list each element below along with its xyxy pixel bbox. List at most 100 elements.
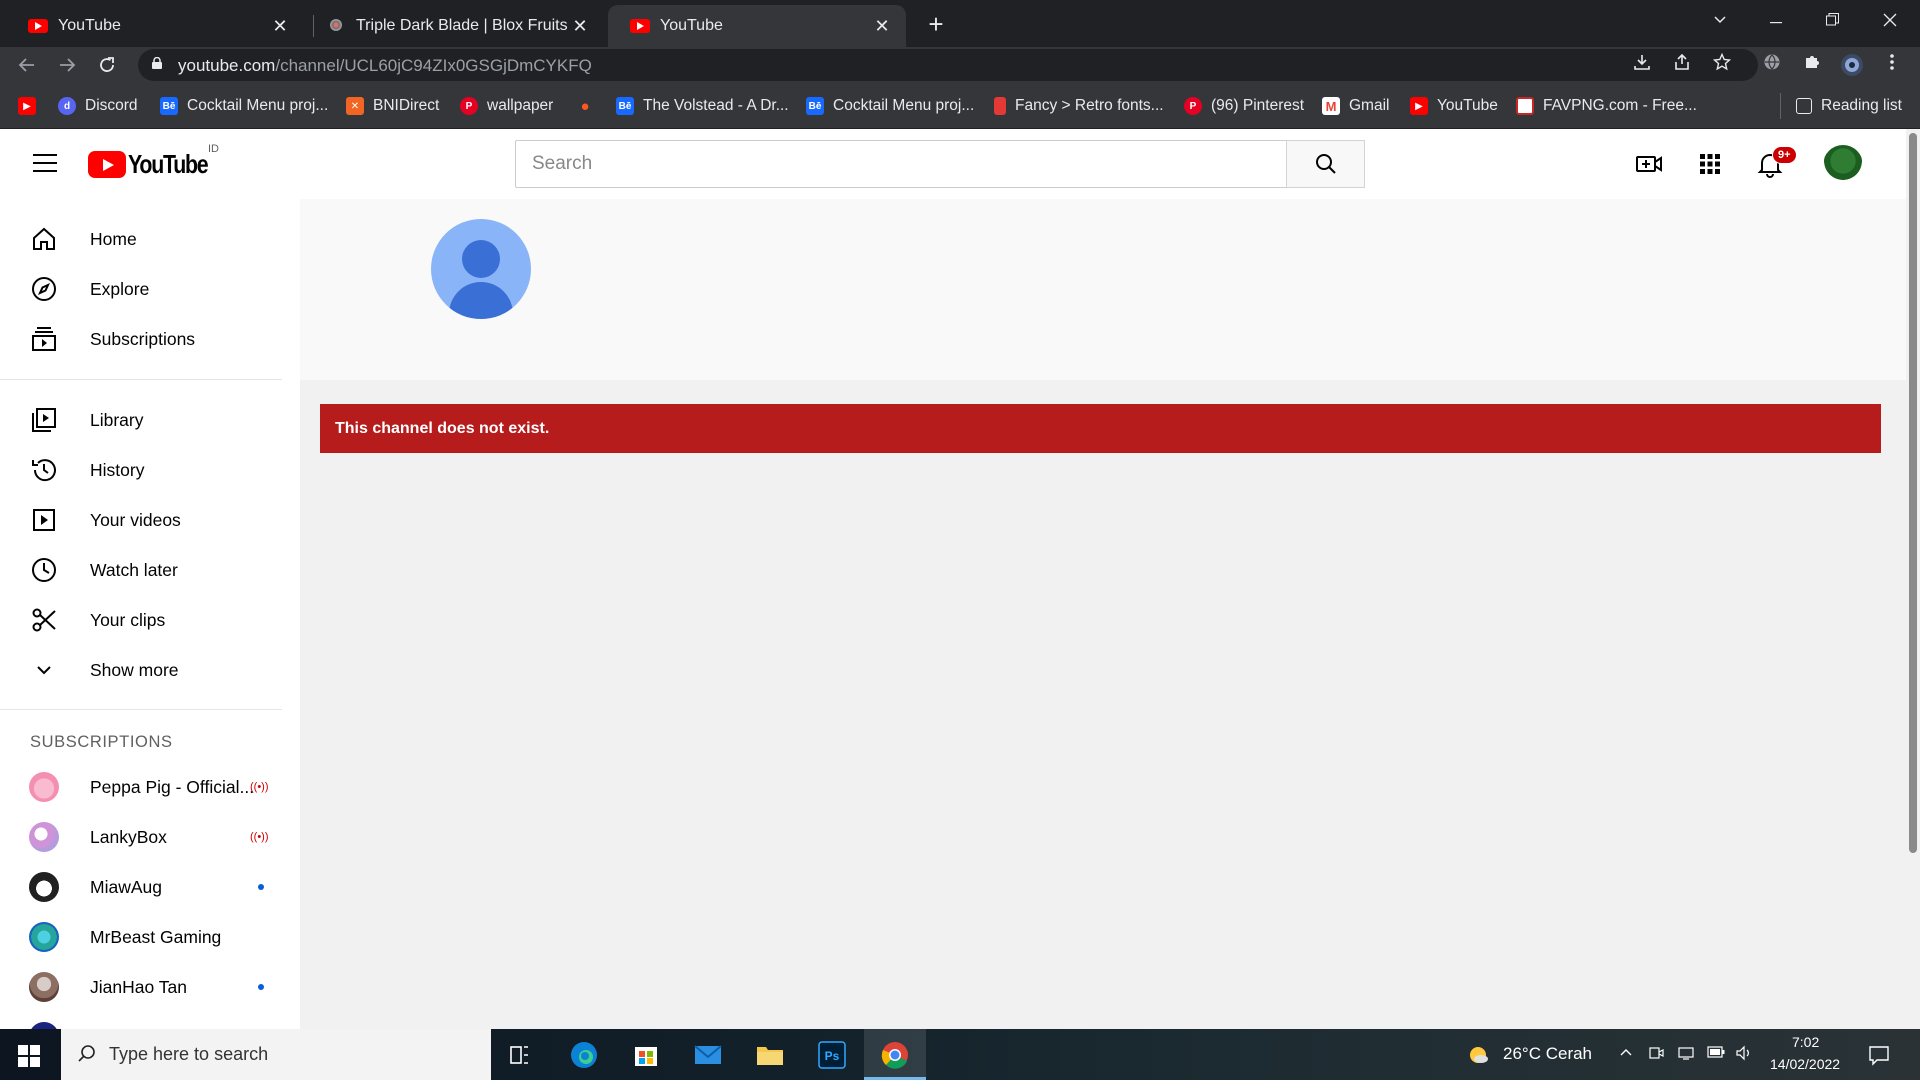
task-view-icon[interactable] — [502, 1037, 538, 1073]
meet-now-icon[interactable] — [1647, 1045, 1665, 1063]
subscription-item[interactable]: JianHao Tan — [0, 962, 280, 1012]
back-button[interactable] — [13, 51, 41, 79]
bookmark-star-icon[interactable] — [1710, 52, 1734, 77]
subscription-item[interactable]: MiawAug — [0, 862, 280, 912]
bookmark-item[interactable]: Bē Cocktail Menu proj... — [160, 95, 328, 117]
edge-browser-icon[interactable] — [566, 1037, 602, 1073]
scrollbar-thumb[interactable] — [1909, 133, 1917, 853]
profile-avatar[interactable] — [1840, 53, 1864, 77]
install-icon[interactable] — [1630, 53, 1654, 77]
microsoft-store-icon[interactable] — [628, 1037, 664, 1073]
file-explorer-icon[interactable] — [752, 1037, 788, 1073]
tab-search-button[interactable] — [1692, 0, 1748, 40]
search-icon — [1316, 154, 1336, 174]
search-button[interactable] — [1286, 140, 1365, 188]
bookmark-item[interactable]: d Discord — [58, 95, 138, 117]
network-icon[interactable] — [1677, 1045, 1695, 1063]
sidebar-item-subscriptions[interactable]: Subscriptions — [0, 314, 280, 364]
notification-center-icon[interactable] — [1868, 1044, 1890, 1066]
weather-sun-icon[interactable] — [1466, 1043, 1490, 1067]
bookmark-label: BNIDirect — [373, 97, 440, 114]
battery-icon[interactable] — [1707, 1045, 1725, 1063]
bookmark-item[interactable]: FAVPNG.com - Free... — [1516, 95, 1697, 117]
live-indicator-icon: ((•)) — [250, 781, 269, 793]
search-input[interactable] — [515, 140, 1287, 188]
close-icon[interactable]: ✕ — [570, 16, 590, 37]
volume-icon[interactable] — [1735, 1045, 1753, 1063]
sidebar-item-library[interactable]: Library — [0, 395, 280, 445]
close-icon[interactable]: ✕ — [270, 16, 290, 37]
photoshop-icon[interactable]: Ps — [814, 1037, 850, 1073]
subscription-item[interactable]: MrBeast Gaming — [0, 912, 280, 962]
bookmark-item[interactable]: ✕ BNIDirect — [346, 95, 439, 117]
browser-tab[interactable]: YouTube ✕ — [6, 5, 304, 47]
page-scrollbar[interactable] — [1906, 129, 1920, 1029]
create-video-icon[interactable] — [1635, 150, 1663, 178]
sidebar-item-home[interactable]: Home — [0, 214, 280, 264]
extensions-puzzle-icon[interactable] — [1800, 53, 1824, 77]
mail-icon[interactable] — [690, 1037, 726, 1073]
bookmark-label: (96) Pinterest — [1211, 97, 1305, 114]
scissors-icon — [32, 608, 56, 632]
sidebar-item-history[interactable]: History — [0, 445, 280, 495]
new-content-dot — [258, 984, 264, 990]
pinterest-icon: P — [1184, 97, 1202, 115]
subscription-item[interactable]: LankyBox ((•)) — [0, 812, 280, 862]
reading-list-label: Reading list — [1821, 97, 1902, 114]
bookmark-label: Cocktail Menu proj... — [187, 97, 329, 114]
clock-date[interactable]: 14/02/2022 — [1770, 1056, 1840, 1072]
bookmark-item[interactable]: Fancy > Retro fonts... — [994, 95, 1164, 117]
browser-tab-active[interactable]: YouTube ✕ — [608, 5, 906, 47]
channel-avatar — [29, 1022, 59, 1029]
chrome-menu-icon[interactable] — [1880, 53, 1904, 77]
bookmark-label: Gmail — [1349, 97, 1390, 114]
bookmark-item[interactable]: P (96) Pinterest — [1184, 95, 1304, 117]
sidebar-guide: Home Explore Subscriptions Library Histo… — [0, 199, 300, 1029]
extension-globe-icon[interactable] — [1760, 53, 1784, 77]
sidebar-item-label: Home — [90, 228, 137, 249]
address-bar[interactable]: youtube.com/channel/UCL60jC94ZIx0GSGjDmC… — [138, 49, 1758, 81]
subscription-item[interactable] — [0, 1012, 280, 1029]
bookmark-youtube-app[interactable]: ▶ — [18, 95, 45, 117]
new-tab-button[interactable]: + — [920, 8, 952, 40]
fire-icon: ● — [580, 97, 590, 115]
taskbar-search-box[interactable]: Type here to search — [61, 1029, 491, 1080]
restore-button[interactable] — [1804, 0, 1860, 40]
share-icon[interactable] — [1670, 53, 1694, 77]
show-hidden-icons-chevron-icon[interactable] — [1617, 1045, 1635, 1063]
apps-grid-icon[interactable] — [1696, 150, 1724, 178]
weather-text[interactable]: 26°C Cerah — [1503, 1044, 1592, 1064]
forward-button[interactable] — [53, 51, 81, 79]
sidebar-item-your-clips[interactable]: Your clips — [0, 595, 280, 645]
taskbar-active-app[interactable] — [864, 1029, 926, 1080]
youtube-play-icon — [88, 151, 126, 178]
close-icon[interactable]: ✕ — [872, 16, 892, 37]
browser-toolbar: youtube.com/channel/UCL60jC94ZIx0GSGjDmC… — [0, 47, 1920, 83]
sidebar-item-watch-later[interactable]: Watch later — [0, 545, 280, 595]
sidebar-item-label: Watch later — [90, 559, 178, 580]
browser-tab[interactable]: Triple Dark Blade | Blox Fruits Wiki ✕ — [306, 5, 604, 47]
subscription-item[interactable]: Peppa Pig - Official... ((•)) — [0, 762, 280, 812]
clock-time[interactable]: 7:02 — [1792, 1034, 1819, 1050]
bookmark-fire[interactable]: ● — [576, 95, 603, 117]
windows-start-icon[interactable] — [18, 1045, 40, 1067]
reading-list-button[interactable]: Reading list — [1796, 95, 1902, 117]
sidebar-item-label: Library — [90, 409, 144, 430]
bookmark-item[interactable]: M Gmail — [1322, 95, 1389, 117]
menu-icon[interactable] — [33, 154, 57, 172]
account-avatar[interactable] — [1823, 145, 1863, 185]
sidebar-item-explore[interactable]: Explore — [0, 264, 280, 314]
reload-button[interactable] — [93, 51, 121, 79]
bookmark-label: The Volstead - A Dr... — [643, 97, 789, 114]
notification-badge: 9+ — [1772, 146, 1797, 164]
bookmark-item[interactable]: Bē Cocktail Menu proj... — [806, 95, 974, 117]
bookmark-item[interactable]: ▶ YouTube — [1410, 95, 1498, 117]
channel-error-alert: This channel does not exist. — [320, 404, 1881, 453]
sidebar-item-your-videos[interactable]: Your videos — [0, 495, 280, 545]
close-window-button[interactable] — [1862, 0, 1918, 40]
bookmark-item[interactable]: Bē The Volstead - A Dr... — [616, 95, 789, 117]
bookmark-item[interactable]: P wallpaper — [460, 95, 553, 117]
minimize-button[interactable] — [1748, 0, 1804, 40]
sidebar-item-show-more[interactable]: Show more — [0, 645, 280, 695]
youtube-logo[interactable]: YouTube ID — [88, 143, 225, 180]
